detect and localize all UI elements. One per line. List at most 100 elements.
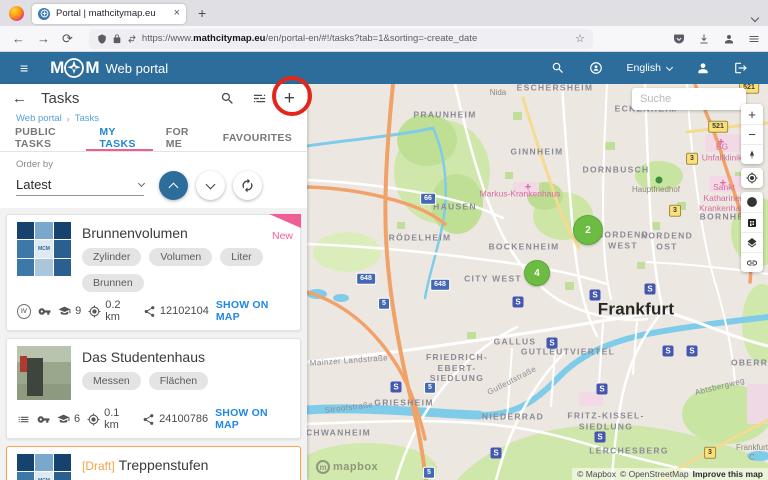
task-code: 24100786: [159, 413, 208, 425]
chevron-down-icon: [666, 63, 673, 70]
show-on-map-link[interactable]: SHOW ON MAP: [216, 299, 290, 323]
sbahn-station-icon: S: [513, 297, 524, 308]
account-icon[interactable]: [723, 33, 735, 45]
sort-descending-button[interactable]: [196, 171, 225, 200]
tag-pill: Brunnen: [82, 274, 144, 292]
zoom-in-button[interactable]: +: [741, 104, 763, 124]
show-on-map-link[interactable]: SHOW ON MAP: [215, 407, 290, 431]
task-cluster-marker[interactable]: 4: [524, 260, 550, 286]
grade-icon: [58, 305, 71, 318]
browser-tab[interactable]: Portal | mathcitymap.eu ×: [32, 4, 186, 24]
filter-icon[interactable]: [252, 91, 267, 106]
sort-ascending-button[interactable]: [159, 171, 188, 200]
road-badge: 3: [669, 205, 681, 217]
map-label: OBERRAD: [731, 358, 768, 369]
compass-button[interactable]: [741, 144, 763, 164]
road-badge: 66: [420, 193, 436, 205]
new-tab-button[interactable]: +: [198, 5, 206, 21]
list-icon: [17, 413, 30, 426]
digital-classroom-icon[interactable]: [589, 61, 603, 75]
tab-close-icon[interactable]: ×: [174, 8, 180, 19]
map-label: Stroofstraße: [324, 400, 374, 416]
road-badge: 5: [378, 298, 390, 310]
task-thumbnail: [17, 346, 71, 400]
task-card-draft[interactable]: MCM [Draft]Treppenstufen 3 0.0 km: [6, 446, 301, 480]
hospital-cross-icon: +: [525, 183, 531, 194]
url-bar[interactable]: https://www.mathcitymap.eu/en/portal-en/…: [89, 29, 593, 49]
bookmark-star-icon[interactable]: ☆: [575, 32, 585, 45]
mapbox-logo[interactable]: m mapbox: [316, 460, 378, 474]
gps-icon: [88, 305, 101, 318]
tag-pill: Messen: [82, 372, 141, 390]
tag-pill: Zylinder: [82, 248, 141, 266]
road-badge: 5: [423, 467, 435, 479]
hospital-cross-icon: +: [720, 179, 726, 190]
compass-icon: [62, 56, 86, 80]
tab-for-me[interactable]: FOR ME: [153, 127, 210, 151]
task-cluster-marker[interactable]: 2: [573, 215, 603, 245]
url-text[interactable]: https://www.mathcitymap.eu/en/portal-en/…: [142, 33, 569, 44]
attribution-mapbox[interactable]: © Mapbox: [577, 469, 616, 479]
sidebar-menu-icon[interactable]: ≡: [20, 60, 28, 76]
order-select[interactable]: Latest: [16, 175, 144, 196]
attribution-osm[interactable]: © OpenStreetMap: [620, 469, 689, 479]
permissions-icon[interactable]: [127, 34, 137, 44]
tag-row: ZylinderVolumenLiterBrunnen: [82, 248, 290, 292]
user-icon[interactable]: [696, 61, 710, 75]
improve-map-link[interactable]: Improve this map: [693, 469, 763, 479]
list-tabs-icon[interactable]: [752, 8, 758, 26]
locate-control: [741, 168, 763, 188]
mcm-logo[interactable]: M M: [50, 56, 98, 80]
download-icon[interactable]: [698, 33, 710, 45]
locate-button[interactable]: [741, 168, 763, 188]
tag-pill: Flächen: [149, 372, 208, 390]
search-tasks-icon[interactable]: [220, 91, 235, 106]
map-label: Frankfurt: [598, 298, 674, 319]
breadcrumb-current[interactable]: Tasks: [75, 113, 99, 124]
map-search-input[interactable]: [632, 88, 746, 110]
new-ribbon: [269, 214, 301, 228]
language-selector[interactable]: English: [627, 62, 672, 74]
menu-icon[interactable]: [748, 33, 760, 45]
back-button[interactable]: ←: [12, 32, 25, 45]
search-icon[interactable]: [551, 61, 565, 75]
tag-row: Messen Flächen: [82, 372, 290, 390]
layers-button[interactable]: [741, 232, 763, 252]
map-label: ESCHERSHEIM: [517, 84, 594, 93]
sbahn-station-icon: S: [595, 432, 606, 443]
shield-icon[interactable]: [97, 34, 107, 44]
order-by-label: Order by: [16, 159, 291, 170]
logout-icon[interactable]: [734, 61, 748, 75]
lock-icon[interactable]: [112, 34, 122, 44]
tab-my-tasks[interactable]: MY TASKS: [86, 127, 152, 151]
tab-public-tasks[interactable]: PUBLIC TASKS: [2, 127, 86, 151]
road-badge: 5: [424, 382, 436, 394]
globe-button[interactable]: [741, 192, 763, 212]
refresh-button[interactable]: [233, 171, 262, 200]
road-badge: 648: [356, 273, 376, 285]
map-label: CITY WEST: [464, 274, 522, 285]
firefox-icon[interactable]: [9, 6, 24, 21]
tab-favourites[interactable]: FAVOURITES: [210, 127, 305, 151]
pocket-icon[interactable]: [673, 33, 685, 45]
app-header: ≡ M M Web portal English: [0, 52, 768, 84]
add-task-button[interactable]: +: [284, 89, 295, 108]
task-card[interactable]: New MCM Brunnenvolumen ZylinderVolumenLi…: [6, 214, 301, 331]
link-button[interactable]: [741, 252, 763, 272]
zoom-out-button[interactable]: −: [741, 124, 763, 144]
task-title: [Draft]Treppenstufen: [82, 457, 290, 473]
map[interactable]: ESCHERSHEIMNidaPRAUNHEIMECKENHEIMGINNHEI…: [307, 84, 768, 480]
breadcrumb-root[interactable]: Web portal: [16, 113, 62, 124]
breadcrumb-separator: ›: [67, 114, 70, 124]
site-favicon-icon: [38, 8, 50, 20]
hospital-cross-icon: +: [718, 138, 724, 149]
task-card[interactable]: Das Studentenhaus MessenFlächen 6 0.1 km…: [6, 338, 301, 439]
zoom-controls: + −: [741, 104, 763, 164]
map-label: NIEDERRAD: [482, 412, 544, 423]
buildings-button[interactable]: [741, 212, 763, 232]
reload-button[interactable]: ⟳: [62, 32, 73, 45]
forward-button[interactable]: →: [37, 32, 50, 45]
key-icon: [38, 305, 51, 318]
map-label: Mainzer Landstraße: [310, 353, 389, 368]
back-arrow-button[interactable]: ←: [12, 90, 27, 107]
